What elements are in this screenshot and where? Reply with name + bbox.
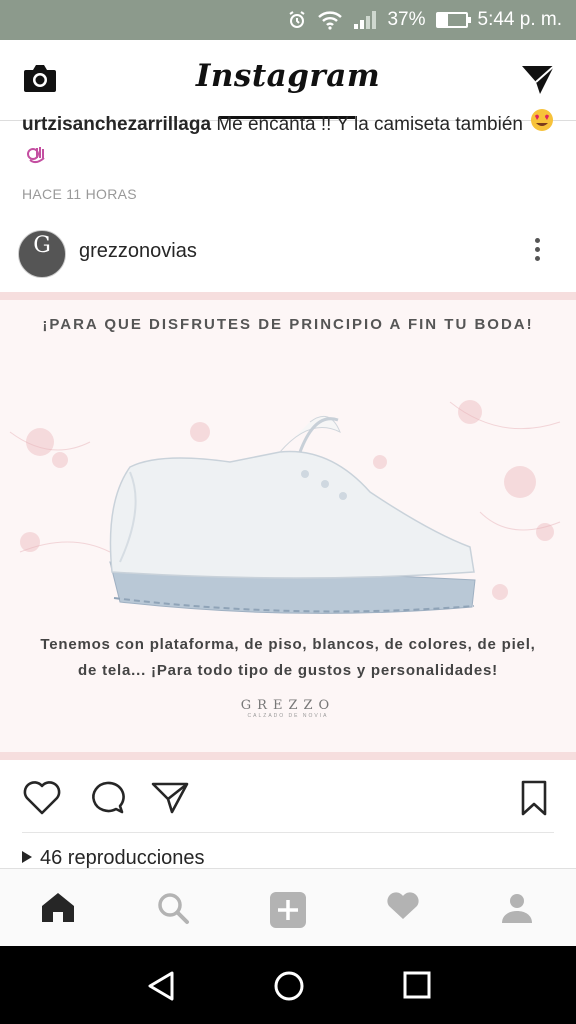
back-icon[interactable] — [146, 970, 176, 1007]
shoe-image — [100, 412, 480, 627]
post-header: G grezzonovias — [0, 226, 576, 282]
views-text: 46 reproducciones — [40, 847, 205, 869]
comment-icon[interactable] — [88, 780, 126, 821]
brand-logo: GREZZO CALZADO DE NOVIA — [0, 698, 576, 719]
actions-divider — [22, 832, 554, 833]
avatar-letter: G — [33, 233, 51, 258]
post-username[interactable]: grezzonovias — [79, 240, 197, 263]
tab-bar — [0, 868, 576, 947]
play-icon — [22, 850, 32, 863]
comment: urtzisanchezarrillaga Me encanta !! Y la… — [22, 108, 562, 202]
brand-name: GREZZO — [240, 698, 336, 713]
avatar[interactable]: G — [18, 230, 66, 278]
battery-percent: 37% — [387, 9, 426, 30]
home-icon[interactable] — [40, 891, 76, 928]
ok-hand-emoji-icon — [24, 142, 48, 176]
post-actions — [0, 778, 576, 822]
post-image[interactable]: ¡PARA QUE DISFRUTES DE PRINCIPIO A FIN T… — [0, 292, 576, 760]
battery-icon — [435, 12, 471, 28]
status-bar: 37% 5:44 p. m. — [0, 0, 576, 40]
views-count: 46 reproducciones — [22, 847, 205, 870]
add-icon[interactable] — [269, 891, 307, 934]
heart-eyes-emoji-icon — [530, 108, 554, 142]
more-options-icon[interactable] — [530, 238, 544, 268]
clock: 5:44 p. m. — [477, 9, 563, 30]
heart-icon[interactable] — [386, 891, 420, 926]
status-icons: 37% 5:44 p. m. — [287, 0, 562, 40]
recents-icon[interactable] — [402, 970, 432, 1005]
wifi-icon — [318, 11, 343, 30]
image-headline: ¡PARA QUE DISFRUTES DE PRINCIPIO A FIN T… — [42, 316, 534, 333]
bookmark-icon[interactable] — [520, 780, 548, 821]
direct-message-icon[interactable] — [520, 62, 556, 101]
alarm-icon — [289, 11, 306, 28]
heart-outline-icon[interactable] — [22, 780, 62, 821]
profile-icon[interactable] — [500, 891, 534, 930]
search-icon[interactable] — [156, 891, 190, 930]
signal-icon — [354, 11, 377, 29]
image-caption-line-2: de tela... ¡Para todo tipo de gustos y p… — [78, 662, 498, 679]
comment-body: Me encanta !! Y la camiseta también — [216, 114, 523, 136]
image-caption: Tenemos con plataforma, de piso, blancos… — [0, 632, 576, 684]
comment-text: urtzisanchezarrillaga Me encanta !! Y la… — [22, 108, 562, 176]
comment-username[interactable]: urtzisanchezarrillaga — [22, 114, 211, 135]
image-caption-line-1: Tenemos con plataforma, de piso, blancos… — [40, 636, 536, 653]
app-logo: Instagram — [195, 58, 381, 94]
circle-home-icon[interactable] — [273, 970, 305, 1007]
android-nav-bar — [0, 946, 576, 1024]
comment-timestamp: HACE 11 HORAS — [22, 186, 137, 202]
brand-tagline: CALZADO DE NOVIA — [247, 713, 329, 719]
share-icon[interactable] — [150, 780, 190, 821]
